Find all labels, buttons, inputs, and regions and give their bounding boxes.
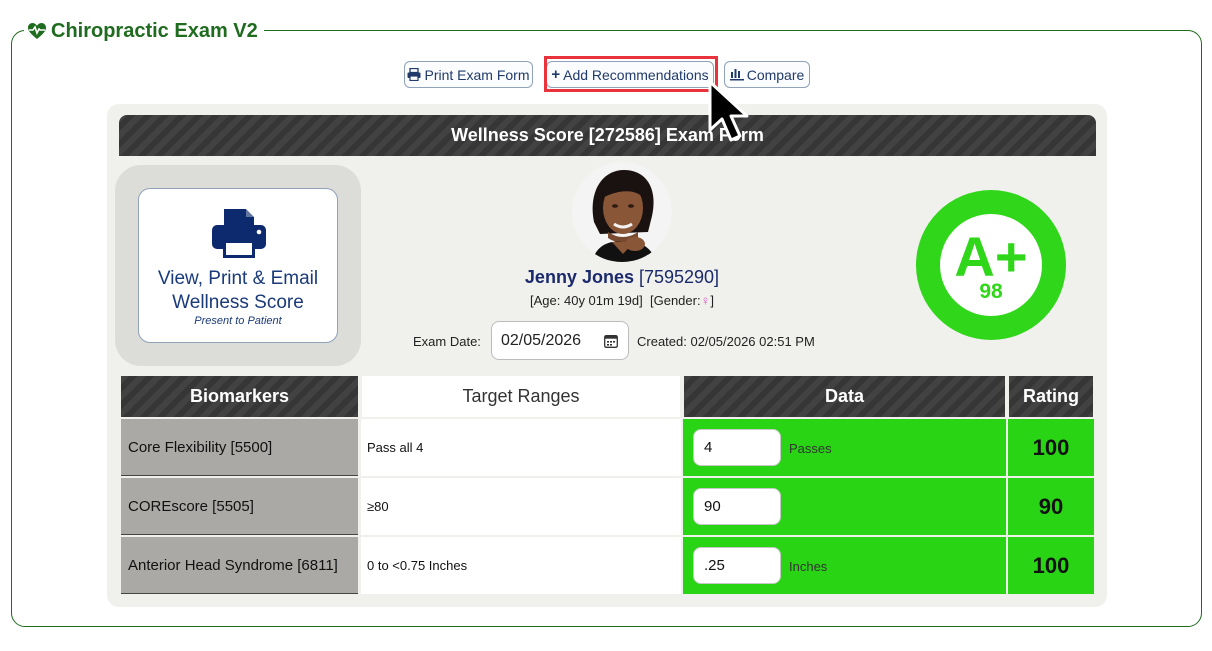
patient-name-line: Jenny Jones [7595290] xyxy=(430,267,814,288)
view-print-email-button[interactable]: View, Print & Email Wellness Score Prese… xyxy=(138,188,338,343)
table-row-data: 90 xyxy=(683,478,1006,535)
mouse-cursor-icon xyxy=(708,80,749,142)
gender-close: ] xyxy=(710,293,714,308)
section-title: Chiropractic Exam V2 xyxy=(51,19,258,42)
wellness-grade-badge: A+ 98 xyxy=(916,190,1066,340)
grade-inner-circle: A+ 98 xyxy=(940,214,1042,316)
grade-letter: A+ xyxy=(954,225,1028,288)
data-input[interactable]: .25 xyxy=(693,547,781,584)
view-print-line1: View, Print & Email xyxy=(157,268,319,289)
section-legend: Chiropractic Exam V2 xyxy=(24,18,264,44)
header-data: Data xyxy=(684,376,1005,417)
table-row-biomarker: COREscore [5505] xyxy=(121,478,358,535)
grade-score: 98 xyxy=(979,280,1003,303)
patient-avatar xyxy=(572,162,672,262)
header-biomarkers: Biomarkers xyxy=(121,376,358,417)
patient-age: [Age: 40y 01m 19d] xyxy=(530,293,643,308)
table-row-rating: 100 xyxy=(1008,419,1094,476)
data-input[interactable]: 90 xyxy=(693,488,781,525)
exam-date-value: 02/05/2026 xyxy=(501,331,582,349)
data-unit: Inches xyxy=(789,559,828,574)
data-input[interactable]: 4 xyxy=(693,429,781,466)
exam-date-label: Exam Date: xyxy=(413,334,481,349)
patient-id: [7595290] xyxy=(638,267,720,287)
header-target-ranges: Target Ranges xyxy=(362,376,680,417)
printer-icon xyxy=(407,68,421,81)
exam-date-input[interactable]: 02/05/2026 xyxy=(491,321,629,360)
table-row-rating: 100 xyxy=(1008,537,1094,594)
table-row-rating: 90 xyxy=(1008,478,1094,535)
gender-label: [Gender: xyxy=(650,293,701,308)
view-print-subtitle: Present to Patient xyxy=(194,315,282,327)
female-icon: ♀ xyxy=(700,293,711,308)
table-row-data: .25 Inches xyxy=(683,537,1006,594)
calendar-icon[interactable] xyxy=(604,334,618,348)
patient-details: [Age: 40y 01m 19d] [Gender:♀] xyxy=(430,293,814,308)
data-unit: Passes xyxy=(789,441,832,456)
table-row-data: 4 Passes xyxy=(683,419,1006,476)
heartbeat-icon xyxy=(28,23,46,39)
table-row-target: 0 to <0.75 Inches xyxy=(361,537,681,594)
printer-icon xyxy=(212,209,266,258)
table-row-target: Pass all 4 xyxy=(361,419,681,476)
view-print-line2: Wellness Score xyxy=(172,292,304,313)
table-row-target: ≥80 xyxy=(361,478,681,535)
table-row-biomarker: Core Flexibility [5500] xyxy=(121,419,358,476)
table-row-biomarker: Anterior Head Syndrome [6811] xyxy=(121,537,358,594)
created-timestamp: Created: 02/05/2026 02:51 PM xyxy=(637,334,815,349)
print-exam-form-button[interactable]: Print Exam Form xyxy=(404,61,533,88)
print-exam-form-label: Print Exam Form xyxy=(424,66,530,83)
exam-form-title: Wellness Score [272586] Exam Form xyxy=(119,115,1096,156)
patient-name[interactable]: Jenny Jones xyxy=(525,267,634,287)
header-rating: Rating xyxy=(1009,376,1093,417)
add-recommendations-highlight xyxy=(544,56,718,92)
